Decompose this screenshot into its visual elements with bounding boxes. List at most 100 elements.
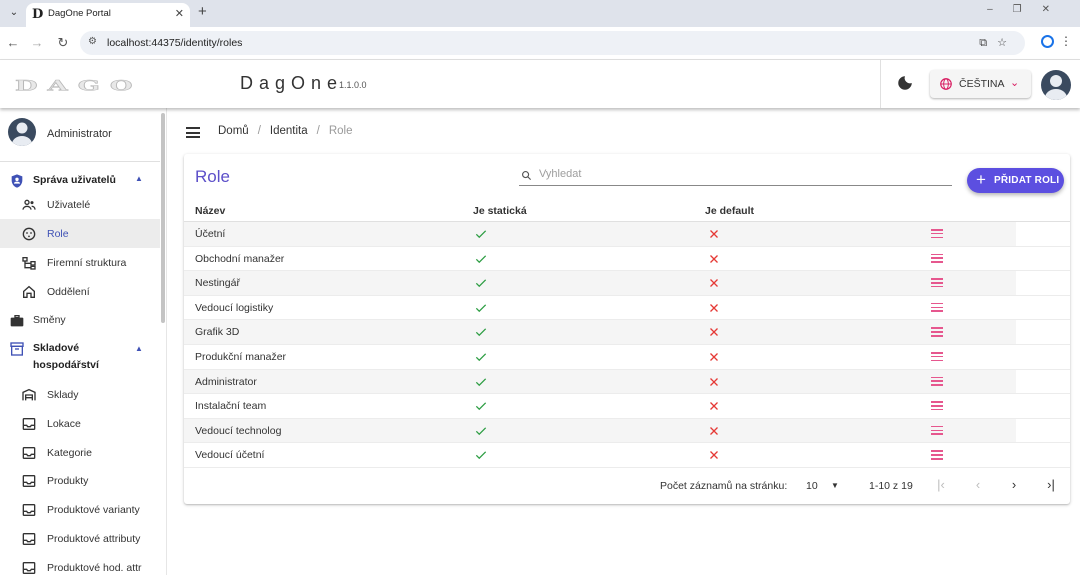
- home-icon: [23, 285, 35, 298]
- row-menu-icon[interactable]: [931, 327, 943, 337]
- sidebar-item-label: Lokace: [47, 418, 81, 430]
- last-page-icon[interactable]: ›|: [1043, 477, 1059, 493]
- sidebar-scrollbar[interactable]: [161, 113, 165, 323]
- row-background: [184, 369, 1016, 394]
- browser-addressbar: ← → ↻ ⚙ localhost:44375/identity/roles ⧉…: [0, 27, 1080, 60]
- breadcrumb-identity[interactable]: Identita: [270, 125, 308, 137]
- browser-tab[interactable]: D DagOne Portal ✕: [26, 3, 190, 27]
- sidebar-item-products[interactable]: Produkty: [0, 466, 160, 495]
- check-icon: [475, 377, 487, 386]
- table-row[interactable]: Produkční manažer: [184, 345, 1070, 370]
- row-menu-icon[interactable]: [931, 253, 943, 264]
- inbox-icon: [22, 504, 36, 516]
- row-menu-icon[interactable]: [931, 302, 943, 313]
- page-size-select[interactable]: 10: [806, 480, 818, 492]
- site-info-icon[interactable]: ⚙: [88, 36, 97, 47]
- sidebar-item-departments[interactable]: Oddělení: [0, 277, 160, 306]
- table-row[interactable]: Vedoucí účetní: [184, 443, 1070, 468]
- column-header-static[interactable]: Je statická: [473, 205, 527, 217]
- back-icon[interactable]: ←: [5, 35, 21, 50]
- table-row[interactable]: Grafik 3D: [184, 320, 1070, 345]
- role-name: Instalační team: [195, 400, 267, 413]
- row-menu-icon[interactable]: [931, 425, 943, 436]
- table-row[interactable]: Vedoucí technolog: [184, 418, 1070, 444]
- sidebar-item-product-attributes[interactable]: Produktové attributy: [0, 524, 160, 553]
- user-avatar[interactable]: [1041, 70, 1071, 100]
- divider: [0, 161, 160, 162]
- sidebar-item-role[interactable]: Role: [0, 219, 160, 248]
- table-row[interactable]: Účetní: [184, 222, 1070, 247]
- check-icon: [475, 353, 487, 362]
- sidebar-item-label: Produktové attributy: [47, 533, 141, 545]
- breadcrumb-home[interactable]: Domů: [218, 125, 249, 137]
- row-background: [184, 247, 1016, 271]
- column-header-default[interactable]: Je default: [705, 205, 754, 217]
- browser-menu-icon[interactable]: ⋮: [1060, 34, 1072, 48]
- search-input[interactable]: Vyhledat: [519, 166, 952, 186]
- browser-tabbar: ⌄ D DagOne Portal ✕ + –❐✕: [0, 0, 1080, 27]
- table-row[interactable]: Vedoucí logistiky: [184, 296, 1070, 321]
- sidebar-user[interactable]: Administrator: [0, 108, 160, 160]
- row-menu-icon[interactable]: [931, 229, 943, 239]
- check-icon: [475, 279, 487, 288]
- table-row[interactable]: Administrator: [184, 369, 1070, 395]
- window-controls[interactable]: –❐✕: [987, 4, 1070, 15]
- chevron-down-icon[interactable]: ▼: [831, 481, 839, 490]
- add-role-button[interactable]: + PŘIDAT ROLI: [967, 168, 1064, 193]
- next-page-icon[interactable]: ›: [1006, 477, 1022, 493]
- column-header-name[interactable]: Název: [195, 205, 225, 217]
- role-name: Obchodní manažer: [195, 252, 285, 265]
- first-page-icon[interactable]: |‹: [933, 477, 949, 493]
- language-selector[interactable]: ČEŠTINA ⌄: [930, 70, 1031, 98]
- chevron-down-icon: ⌄: [1010, 77, 1020, 89]
- row-menu-icon[interactable]: [931, 278, 943, 288]
- table-row[interactable]: Obchodní manažer: [184, 247, 1070, 272]
- sidebar-item-warehouses[interactable]: Sklady: [0, 380, 160, 409]
- page-range: 1-10 z 19: [869, 480, 913, 492]
- table-row[interactable]: Nestingář: [184, 271, 1070, 296]
- row-menu-icon[interactable]: [931, 401, 943, 411]
- row-menu-icon[interactable]: [931, 450, 943, 460]
- table-row[interactable]: Instalační team: [184, 394, 1070, 419]
- tab-search-icon[interactable]: ⌄: [6, 5, 22, 21]
- url-bar[interactable]: ⚙ localhost:44375/identity/roles ⧉☆: [80, 31, 1025, 55]
- sidebar-item-label: Směny: [33, 314, 66, 326]
- sidebar-item-label: Produktové hod. attr: [47, 562, 142, 574]
- sidebar-item-shifts[interactable]: Směny: [0, 306, 160, 334]
- row-background: [184, 443, 1016, 467]
- dark-mode-icon[interactable]: [896, 74, 914, 92]
- inbox-icon: [22, 447, 36, 459]
- previous-page-icon[interactable]: ‹: [970, 477, 986, 493]
- role-name: Grafik 3D: [195, 326, 240, 339]
- row-menu-icon[interactable]: [931, 376, 943, 387]
- sidebar-item-product-variants[interactable]: Produktové varianty: [0, 495, 160, 524]
- check-icon: [475, 402, 487, 411]
- briefcase-icon: [10, 315, 24, 327]
- role-name: Produkční manažer: [195, 350, 287, 363]
- role-name: Vedoucí účetní: [195, 449, 265, 462]
- sidebar-item-company-structure[interactable]: Firemní struktura: [0, 248, 160, 277]
- avatar: [8, 118, 36, 146]
- chevron-up-icon: ▲: [135, 174, 143, 183]
- row-background: [184, 296, 1016, 320]
- close-tab-icon[interactable]: ✕: [175, 7, 184, 20]
- reload-icon[interactable]: ↻: [55, 35, 71, 51]
- sidebar-item-users[interactable]: Uživatelé: [0, 190, 160, 219]
- profile-icon[interactable]: [1041, 35, 1054, 48]
- bookmark-star-icon[interactable]: ⧉☆: [979, 36, 1017, 50]
- row-menu-icon[interactable]: [931, 351, 943, 362]
- roles-card: Role Vyhledat + PŘIDAT ROLI Název Je sta…: [184, 154, 1070, 504]
- url-text[interactable]: localhost:44375/identity/roles: [107, 37, 242, 49]
- sidebar-item-locations[interactable]: Lokace: [0, 409, 160, 438]
- new-tab-icon[interactable]: +: [198, 3, 207, 20]
- sidebar-item-categories[interactable]: Kategorie: [0, 438, 160, 467]
- sidebar-group-warehouse[interactable]: Skladové hospodářství ▲: [0, 338, 160, 374]
- header-divider: [880, 60, 881, 108]
- menu-toggle-icon[interactable]: [186, 127, 200, 138]
- forward-icon[interactable]: →: [29, 35, 45, 50]
- sidebar-item-product-attr-values[interactable]: Produktové hod. attr: [0, 553, 160, 582]
- cross-icon: [710, 328, 718, 337]
- cross-icon: [710, 303, 718, 312]
- role-name: Nestingář: [195, 277, 240, 290]
- cross-icon: [710, 254, 718, 263]
